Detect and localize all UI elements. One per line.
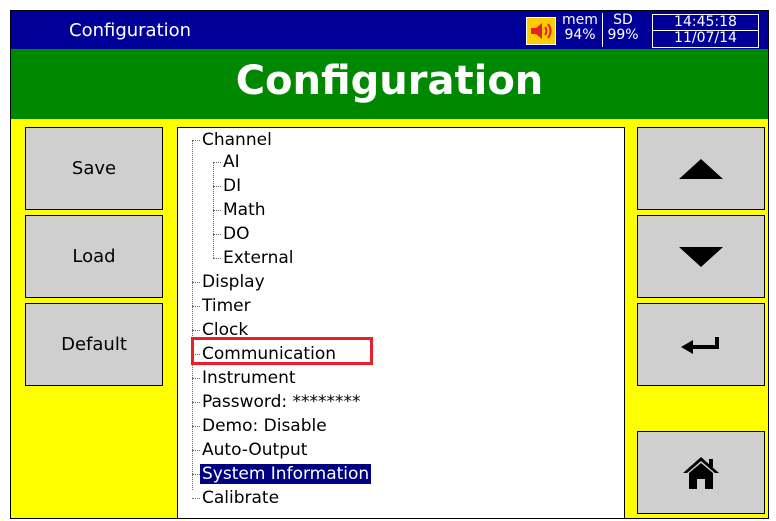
tree-item-password[interactable]: Password: ********: [200, 391, 363, 413]
speaker-icon[interactable]: [526, 17, 556, 45]
enter-icon: [681, 336, 719, 354]
tree-line: [192, 140, 193, 490]
tree-item-ai[interactable]: AI: [221, 151, 242, 173]
tree-branch: [192, 498, 200, 499]
default-button[interactable]: Default: [25, 303, 163, 386]
date-text: 11/07/14: [653, 30, 758, 46]
tree-item-auto-output[interactable]: Auto-Output: [200, 439, 309, 461]
save-button[interactable]: Save: [25, 127, 163, 210]
tree-branch: [192, 306, 200, 307]
enter-button[interactable]: [637, 303, 765, 386]
title-bar: Configuration mem 94% SD 99% 14:45:18 11…: [11, 11, 768, 49]
tree-branch: [192, 140, 200, 141]
tree-item-math[interactable]: Math: [221, 199, 268, 221]
tree-branch: [213, 234, 221, 235]
tree-branch: [192, 282, 200, 283]
sd-status: SD 99%: [602, 13, 643, 47]
tree-branch: [192, 402, 200, 403]
tree-branch: [192, 474, 200, 475]
time-text: 14:45:18: [674, 14, 737, 30]
tree-item-system-information[interactable]: System Information: [200, 463, 372, 485]
tree-item-external[interactable]: External: [221, 247, 296, 269]
tree-item-di[interactable]: DI: [221, 175, 243, 197]
tree-item-channel[interactable]: Channel: [200, 129, 274, 151]
page-title: Configuration: [235, 58, 544, 104]
tree-branch: [213, 210, 221, 211]
tree-item-demo[interactable]: Demo: Disable: [200, 415, 329, 437]
tree-item-do[interactable]: DO: [221, 223, 251, 245]
tree-item-calibrate[interactable]: Calibrate: [200, 487, 281, 509]
communication-highlight-box: [191, 337, 373, 365]
home-button[interactable]: [637, 431, 765, 514]
tree-branch: [192, 450, 200, 451]
tree-branch: [213, 162, 221, 163]
tree-branch: [192, 426, 200, 427]
memory-status: mem 94%: [560, 13, 600, 43]
tree-branch: [192, 330, 200, 331]
tree-branch: [192, 378, 200, 379]
tree-item-display[interactable]: Display: [200, 271, 267, 293]
up-arrow-icon: [679, 158, 723, 179]
sd-value: 99%: [607, 27, 639, 43]
tree-branch: [213, 258, 221, 259]
load-button[interactable]: Load: [25, 215, 163, 298]
tree-item-timer[interactable]: Timer: [200, 295, 253, 317]
clock: 14:45:18 11/07/14: [652, 14, 759, 48]
tree-branch: [213, 186, 221, 187]
app-frame: Configuration mem 94% SD 99% 14:45:18 11…: [10, 10, 769, 519]
mem-label: mem: [562, 12, 598, 28]
page-header: Configuration: [11, 49, 768, 119]
up-button[interactable]: [637, 127, 765, 210]
home-icon: [683, 456, 719, 489]
down-arrow-icon: [679, 246, 723, 267]
down-button[interactable]: [637, 215, 765, 298]
mem-value: 94%: [564, 27, 596, 43]
sd-label: SD: [613, 12, 633, 28]
window-title: Configuration: [69, 20, 192, 41]
tree-item-instrument[interactable]: Instrument: [200, 367, 298, 389]
config-tree: Channel AI DI Math DO External Display T…: [177, 127, 625, 518]
